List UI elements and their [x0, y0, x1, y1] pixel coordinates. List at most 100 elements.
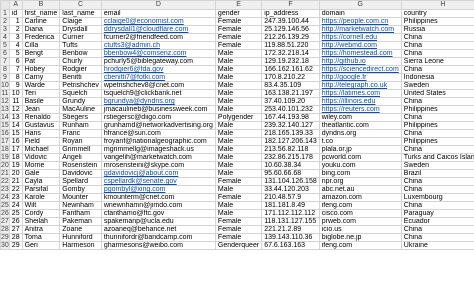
row-number[interactable]: 25: [0, 201, 10, 210]
cell-first-name[interactable]: Morrie: [21, 161, 61, 170]
column-title-cell[interactable]: first_name: [21, 9, 61, 18]
row-number[interactable]: 24: [0, 193, 10, 202]
cell-gender[interactable]: Male: [214, 57, 263, 66]
cell-ip-address[interactable]: 129.19.232.18: [261, 57, 320, 66]
cell-email[interactable]: wnewnhamn@jimdo.com: [100, 201, 216, 210]
cell-gender[interactable]: Male: [214, 145, 263, 154]
row-number[interactable]: 13: [0, 105, 10, 114]
cell-id[interactable]: 16: [8, 137, 23, 146]
row-number[interactable]: 4: [0, 33, 10, 42]
cell-country[interactable]: Ecuador: [400, 217, 474, 226]
cell-domain[interactable]: biglobe.ne.jp: [318, 233, 402, 242]
cell-domain[interactable]: http://marketwatch.com: [318, 25, 402, 34]
cell-country[interactable]: China: [400, 97, 474, 106]
cell-email[interactable]: cfanthamo@ftc.gov: [100, 209, 216, 218]
cell-ip-address[interactable]: 181.181.8.49: [261, 201, 320, 210]
cell-gender[interactable]: Male: [214, 129, 263, 138]
cell-ip-address[interactable]: 166.162.161.62: [261, 65, 320, 74]
column-title-cell[interactable]: email: [100, 9, 216, 18]
cell-last-name[interactable]: Newnham: [59, 201, 102, 210]
cell-domain[interactable]: plala.or.jp: [318, 145, 402, 154]
cell-first-name[interactable]: Cayla: [21, 177, 61, 186]
cell-id[interactable]: 11: [8, 97, 23, 106]
cell-gender[interactable]: Female: [214, 233, 263, 242]
cell-email[interactable]: pchurly5@biblegateway.com: [100, 57, 216, 66]
cell-gender[interactable]: Male: [214, 121, 263, 130]
cell-domain[interactable]: http://telegraph.co.uk: [318, 81, 402, 90]
cell-domain[interactable]: https://sciencedirect.com: [318, 65, 402, 74]
cell-country[interactable]: China: [400, 225, 474, 234]
cell-gender[interactable]: Female: [214, 193, 263, 202]
cell-country[interactable]: Ukraine: [400, 241, 474, 250]
column-header-h[interactable]: H: [400, 0, 474, 10]
row-number[interactable]: 18: [0, 145, 10, 154]
cell-last-name[interactable]: Fantham: [59, 209, 102, 218]
cell-last-name[interactable]: Grimmell: [59, 145, 102, 154]
cell-country[interactable]: Sweden: [400, 161, 474, 170]
cell-email[interactable]: thunnifordr@bandcamp.com: [100, 233, 216, 242]
column-title-cell[interactable]: id: [8, 9, 23, 18]
cell-domain[interactable]: https://homestead.com: [318, 49, 402, 58]
cell-ip-address[interactable]: 182.127.206.143: [261, 137, 320, 146]
cell-last-name[interactable]: Hunniford: [59, 233, 102, 242]
cell-email[interactable]: gdavidovicj@about.com: [100, 169, 216, 178]
cell-domain[interactable]: ifeng.com: [318, 241, 402, 250]
cell-country[interactable]: China: [400, 49, 474, 58]
cell-gender[interactable]: Male: [214, 153, 263, 162]
cell-gender[interactable]: Male: [214, 49, 263, 58]
column-header-d[interactable]: D: [100, 0, 216, 10]
cell-email[interactable]: jmacaulineb@businessweek.com: [100, 105, 216, 114]
cell-ip-address[interactable]: 95.60.66.68: [261, 169, 320, 178]
cell-gender[interactable]: Female: [214, 33, 263, 42]
cell-first-name[interactable]: Jean: [21, 105, 61, 114]
cell-gender[interactable]: Male: [214, 89, 263, 98]
cell-ip-address[interactable]: 218.165.139.33: [261, 129, 320, 138]
cell-email[interactable]: vangelih@marketwatch.com: [100, 153, 216, 162]
cell-gender[interactable]: Genderqueer: [214, 241, 263, 250]
cell-domain[interactable]: pcworld.com: [318, 153, 402, 162]
cell-first-name[interactable]: Bengt: [21, 49, 61, 58]
cell-last-name[interactable]: Drysdall: [59, 25, 102, 34]
cell-email[interactable]: rstiegersc@diigo.com: [100, 113, 216, 122]
cell-email[interactable]: hrodgier6@fda.gov: [100, 65, 216, 74]
cell-first-name[interactable]: Karole: [21, 193, 61, 202]
cell-last-name[interactable]: Curner: [59, 33, 102, 42]
cell-last-name[interactable]: Mounter: [59, 193, 102, 202]
cell-first-name[interactable]: Vidovic: [21, 153, 61, 162]
cell-first-name[interactable]: Gale: [21, 169, 61, 178]
cell-last-name[interactable]: Stiegers: [59, 113, 102, 122]
cell-first-name[interactable]: Sheilah: [21, 217, 61, 226]
column-title-cell[interactable]: ip_address: [261, 9, 320, 18]
cell-country[interactable]: China: [400, 41, 474, 50]
cell-domain[interactable]: https://illinois.edu: [318, 97, 402, 106]
cell-ip-address[interactable]: 232.86.215.178: [261, 153, 320, 162]
row-number[interactable]: 3: [0, 25, 10, 34]
cell-id[interactable]: 7: [8, 65, 23, 74]
cell-id[interactable]: 15: [8, 129, 23, 138]
cell-last-name[interactable]: Davidovic: [59, 169, 102, 178]
row-number[interactable]: 27: [0, 217, 10, 226]
cell-ip-address[interactable]: 167.44.193.98: [261, 113, 320, 122]
cell-gender[interactable]: Male: [214, 201, 263, 210]
cell-last-name[interactable]: Benitti: [59, 73, 102, 82]
column-header-b[interactable]: B: [21, 0, 61, 10]
cell-id[interactable]: 22: [8, 185, 23, 194]
row-number[interactable]: 5: [0, 41, 10, 50]
cell-last-name[interactable]: Churly: [59, 57, 102, 66]
cell-ip-address[interactable]: 210.48.57.9: [261, 193, 320, 202]
cell-first-name[interactable]: Carline: [21, 17, 61, 26]
cell-country[interactable]: Luxembourg: [400, 193, 474, 202]
cell-email[interactable]: froyanf@nationalgeographic.com: [100, 137, 216, 146]
cell-ip-address[interactable]: 212.26.139.29: [261, 33, 320, 42]
cell-id[interactable]: 2: [8, 25, 23, 34]
cell-gender[interactable]: Male: [214, 65, 263, 74]
cell-ip-address[interactable]: 37.40.109.20: [261, 97, 320, 106]
cell-country[interactable]: Paraguay: [400, 209, 474, 218]
cell-first-name[interactable]: Renaldo: [21, 113, 61, 122]
cell-email[interactable]: cbenitti7@fotki.com: [100, 73, 216, 82]
cell-id[interactable]: 1: [8, 17, 23, 26]
cell-country[interactable]: China: [400, 177, 474, 186]
cell-email[interactable]: mgrimmellg@imageshack.us: [100, 145, 216, 154]
cell-email[interactable]: grunhamd@networkadvertising.org: [100, 121, 216, 130]
cell-email[interactable]: wpetrishchev8@cnet.com: [100, 81, 216, 90]
